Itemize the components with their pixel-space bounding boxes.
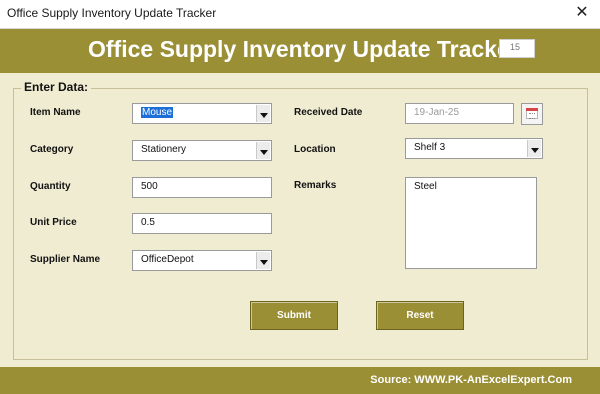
supplier-name-value: OfficeDepot (141, 254, 194, 265)
item-name-combo[interactable]: Mouse (132, 103, 272, 124)
chevron-down-icon[interactable] (527, 140, 541, 157)
category-label: Category (30, 144, 74, 155)
quantity-input[interactable]: 500 (132, 177, 272, 198)
location-label: Location (294, 144, 336, 155)
header-banner: Office Supply Inventory Update Tracker 1… (0, 29, 600, 73)
reset-button[interactable]: Reset (376, 301, 464, 330)
quantity-label: Quantity (30, 181, 71, 192)
calendar-button[interactable] (521, 103, 543, 125)
unit-price-label: Unit Price (30, 217, 77, 228)
item-name-value: Mouse (141, 107, 174, 118)
remarks-textarea[interactable]: Steel (405, 177, 537, 269)
supplier-name-combo[interactable]: OfficeDepot (132, 250, 272, 271)
received-date-input[interactable]: 19-Jan-25 (405, 103, 514, 124)
unit-price-input[interactable]: 0.5 (132, 213, 272, 234)
supplier-name-label: Supplier Name (30, 254, 101, 265)
category-value: Stationery (141, 144, 187, 155)
item-name-label: Item Name (30, 107, 81, 118)
frame-legend: Enter Data: (21, 80, 92, 94)
submit-button[interactable]: Submit (250, 301, 338, 330)
remarks-label: Remarks (294, 180, 337, 191)
window-title: Office Supply Inventory Update Tracker (7, 6, 217, 20)
chevron-down-icon[interactable] (256, 105, 270, 122)
location-combo[interactable]: Shelf 3 (405, 138, 543, 159)
chevron-down-icon[interactable] (256, 142, 270, 159)
close-icon[interactable]: ✕ (572, 3, 592, 23)
location-value: Shelf 3 (414, 142, 446, 153)
footer-bar: Source: WWW.PK-AnExcelExpert.Com (0, 367, 600, 394)
counter-box: 15 (499, 39, 535, 58)
page-title: Office Supply Inventory Update Tracker (88, 36, 519, 62)
category-combo[interactable]: Stationery (132, 140, 272, 161)
received-date-label: Received Date (294, 107, 363, 118)
source-credit: Source: WWW.PK-AnExcelExpert.Com (370, 374, 572, 386)
window-titlebar: Office Supply Inventory Update Tracker ✕ (0, 0, 600, 29)
calendar-icon (526, 108, 538, 119)
chevron-down-icon[interactable] (256, 252, 270, 269)
